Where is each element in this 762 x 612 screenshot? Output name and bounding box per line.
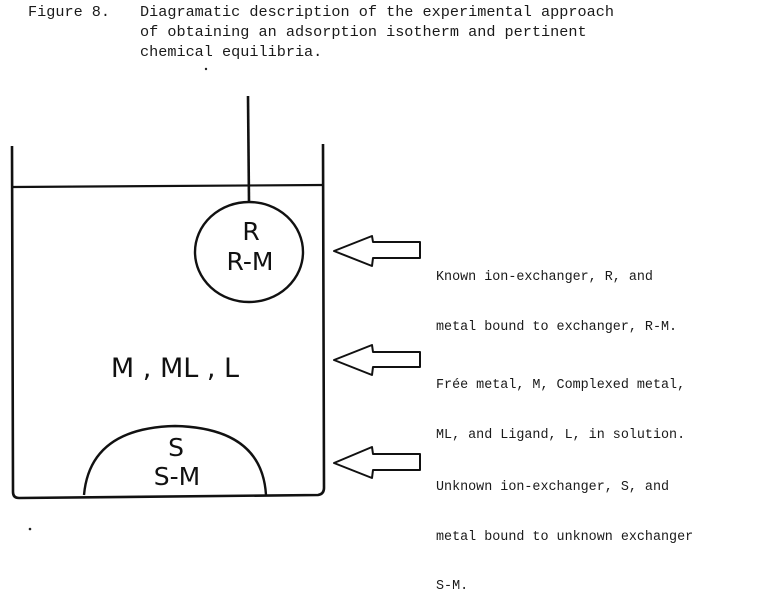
annotation-line: Known ion-exchanger, R, and [436,270,653,285]
annotation-line: metal bound to exchanger, R-M. [436,319,678,335]
annotation-line: Frée metal, M, Complexed metal, [436,378,686,393]
solution-surface-line [12,183,324,189]
scan-speck [204,67,208,71]
arrow-left-icon [333,344,421,376]
unknown-exchanger-label-sm: S-M [154,462,200,491]
annotation-known-exchanger: Known ion-exchanger, R, and metal bound … [436,237,677,353]
solution-species-label: M , ML , L [111,353,239,384]
unknown-exchanger-label-s: S [168,433,184,462]
arrow-left-icon [333,235,421,267]
suspension-rod [246,95,251,203]
annotation-line: metal bound to unknown exchanger [436,529,694,545]
known-exchanger-label-rm: R-M [227,247,274,276]
annotation-line: ML, and Ligand, L, in solution. [436,427,686,443]
annotation-unknown-exchanger: Unknown ion-exchanger, S, and metal boun… [436,447,693,612]
annotation-solution-species: Frée metal, M, Complexed metal, ML, and … [436,345,685,461]
arrow-left-icon [333,446,421,479]
annotation-line: Unknown ion-exchanger, S, and [436,480,670,495]
annotation-line: S-M. [436,579,469,594]
known-exchanger-label-r: R [242,217,259,246]
scan-speck [28,527,32,531]
